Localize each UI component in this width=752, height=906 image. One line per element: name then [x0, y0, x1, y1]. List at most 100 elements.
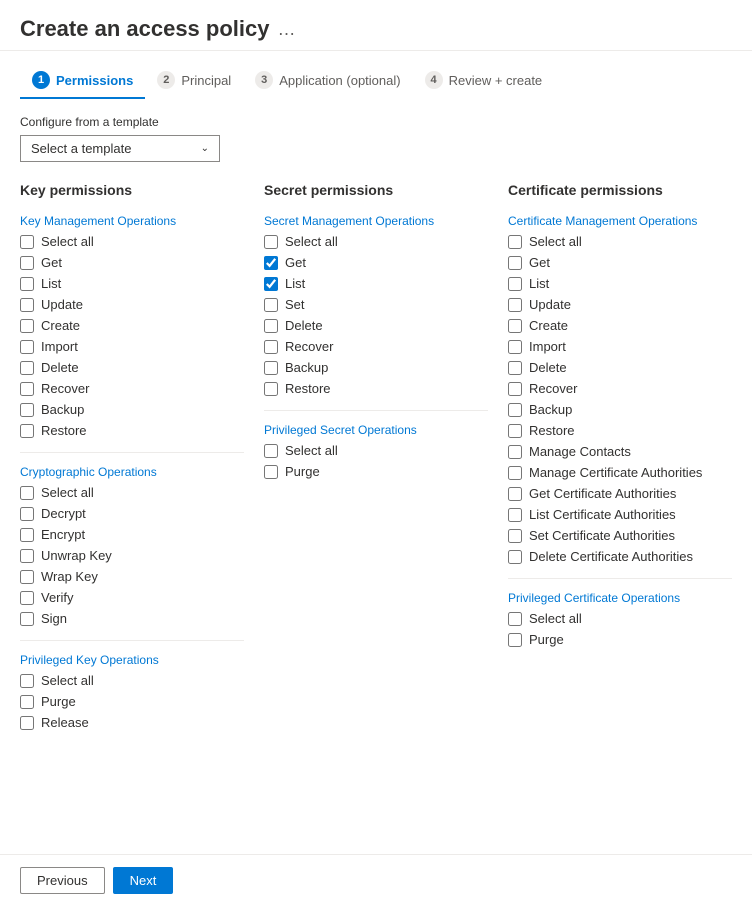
cert-delete-ca-checkbox[interactable] [508, 550, 522, 564]
crypto-encrypt-checkbox[interactable] [20, 528, 34, 542]
crypto-unwrap-checkbox[interactable] [20, 549, 34, 563]
priv-key-purge-checkbox[interactable] [20, 695, 34, 709]
cert-recover-label[interactable]: Recover [529, 381, 577, 396]
cert-backup-label[interactable]: Backup [529, 402, 572, 417]
priv-cert-purge-label[interactable]: Purge [529, 632, 564, 647]
cert-import-checkbox[interactable] [508, 340, 522, 354]
cert-import-label[interactable]: Import [529, 339, 566, 354]
secret-select-all-label[interactable]: Select all [285, 234, 338, 249]
key-backup-label[interactable]: Backup [41, 402, 84, 417]
cert-select-all-checkbox[interactable] [508, 235, 522, 249]
cert-manage-ca-checkbox[interactable] [508, 466, 522, 480]
wizard-step-review[interactable]: 4 Review + create [413, 63, 555, 99]
key-restore-label[interactable]: Restore [41, 423, 87, 438]
cert-recover-checkbox[interactable] [508, 382, 522, 396]
next-button[interactable]: Next [113, 867, 174, 894]
crypto-sign-checkbox[interactable] [20, 612, 34, 626]
crypto-sign-label[interactable]: Sign [41, 611, 67, 626]
priv-key-purge-label[interactable]: Purge [41, 694, 76, 709]
cert-restore-label[interactable]: Restore [529, 423, 575, 438]
crypto-unwrap-label[interactable]: Unwrap Key [41, 548, 112, 563]
key-select-all-checkbox[interactable] [20, 235, 34, 249]
priv-cert-select-all-label[interactable]: Select all [529, 611, 582, 626]
secret-list-label[interactable]: List [285, 276, 305, 291]
key-backup-checkbox[interactable] [20, 403, 34, 417]
cert-manage-ca-label[interactable]: Manage Certificate Authorities [529, 465, 702, 480]
key-delete-checkbox[interactable] [20, 361, 34, 375]
priv-key-select-all-checkbox[interactable] [20, 674, 34, 688]
key-recover-checkbox[interactable] [20, 382, 34, 396]
secret-delete-label[interactable]: Delete [285, 318, 323, 333]
key-create-label[interactable]: Create [41, 318, 80, 333]
crypto-encrypt-label[interactable]: Encrypt [41, 527, 85, 542]
secret-delete-checkbox[interactable] [264, 319, 278, 333]
previous-button[interactable]: Previous [20, 867, 105, 894]
key-restore-checkbox[interactable] [20, 424, 34, 438]
key-list-checkbox[interactable] [20, 277, 34, 291]
wizard-step-permissions[interactable]: 1 Permissions [20, 63, 145, 99]
cert-create-label[interactable]: Create [529, 318, 568, 333]
crypto-wrap-checkbox[interactable] [20, 570, 34, 584]
crypto-verify-checkbox[interactable] [20, 591, 34, 605]
key-create-checkbox[interactable] [20, 319, 34, 333]
cert-delete-label[interactable]: Delete [529, 360, 567, 375]
key-recover-label[interactable]: Recover [41, 381, 89, 396]
priv-cert-select-all-checkbox[interactable] [508, 612, 522, 626]
secret-recover-checkbox[interactable] [264, 340, 278, 354]
priv-key-release-checkbox[interactable] [20, 716, 34, 730]
crypto-verify-label[interactable]: Verify [41, 590, 74, 605]
cert-delete-checkbox[interactable] [508, 361, 522, 375]
crypto-select-all-label[interactable]: Select all [41, 485, 94, 500]
secret-set-label[interactable]: Set [285, 297, 305, 312]
more-icon[interactable]: … [277, 19, 295, 40]
cert-list-ca-label[interactable]: List Certificate Authorities [529, 507, 676, 522]
secret-restore-label[interactable]: Restore [285, 381, 331, 396]
secret-restore-checkbox[interactable] [264, 382, 278, 396]
key-update-label[interactable]: Update [41, 297, 83, 312]
key-select-all-label[interactable]: Select all [41, 234, 94, 249]
cert-restore-checkbox[interactable] [508, 424, 522, 438]
priv-cert-purge-checkbox[interactable] [508, 633, 522, 647]
template-dropdown[interactable]: Select a template ⌄ [20, 135, 220, 162]
cert-set-ca-checkbox[interactable] [508, 529, 522, 543]
priv-secret-select-all-label[interactable]: Select all [285, 443, 338, 458]
cert-delete-ca-label[interactable]: Delete Certificate Authorities [529, 549, 693, 564]
cert-manage-contacts-label[interactable]: Manage Contacts [529, 444, 631, 459]
priv-key-release-label[interactable]: Release [41, 715, 89, 730]
cert-get-label[interactable]: Get [529, 255, 550, 270]
key-delete-label[interactable]: Delete [41, 360, 79, 375]
cert-create-checkbox[interactable] [508, 319, 522, 333]
cert-set-ca-label[interactable]: Set Certificate Authorities [529, 528, 675, 543]
key-import-checkbox[interactable] [20, 340, 34, 354]
priv-secret-purge-checkbox[interactable] [264, 465, 278, 479]
key-get-checkbox[interactable] [20, 256, 34, 270]
secret-recover-label[interactable]: Recover [285, 339, 333, 354]
crypto-wrap-label[interactable]: Wrap Key [41, 569, 98, 584]
secret-backup-checkbox[interactable] [264, 361, 278, 375]
secret-get-label[interactable]: Get [285, 255, 306, 270]
cert-list-label[interactable]: List [529, 276, 549, 291]
secret-select-all-checkbox[interactable] [264, 235, 278, 249]
priv-key-select-all-label[interactable]: Select all [41, 673, 94, 688]
secret-set-checkbox[interactable] [264, 298, 278, 312]
crypto-decrypt-label[interactable]: Decrypt [41, 506, 86, 521]
cert-list-checkbox[interactable] [508, 277, 522, 291]
cert-update-checkbox[interactable] [508, 298, 522, 312]
cert-backup-checkbox[interactable] [508, 403, 522, 417]
cert-select-all-label[interactable]: Select all [529, 234, 582, 249]
wizard-step-principal[interactable]: 2 Principal [145, 63, 243, 99]
cert-get-ca-checkbox[interactable] [508, 487, 522, 501]
crypto-decrypt-checkbox[interactable] [20, 507, 34, 521]
cert-list-ca-checkbox[interactable] [508, 508, 522, 522]
key-get-label[interactable]: Get [41, 255, 62, 270]
key-update-checkbox[interactable] [20, 298, 34, 312]
priv-secret-purge-label[interactable]: Purge [285, 464, 320, 479]
cert-get-checkbox[interactable] [508, 256, 522, 270]
secret-get-checkbox[interactable] [264, 256, 278, 270]
priv-secret-select-all-checkbox[interactable] [264, 444, 278, 458]
key-import-label[interactable]: Import [41, 339, 78, 354]
crypto-select-all-checkbox[interactable] [20, 486, 34, 500]
secret-list-checkbox[interactable] [264, 277, 278, 291]
key-list-label[interactable]: List [41, 276, 61, 291]
secret-backup-label[interactable]: Backup [285, 360, 328, 375]
